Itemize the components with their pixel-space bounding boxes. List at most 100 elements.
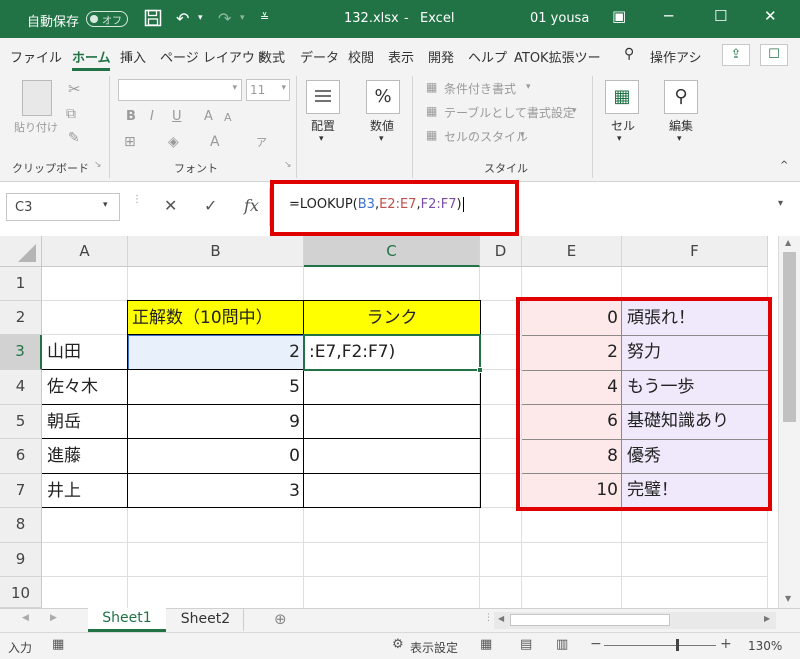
expand-formula-icon[interactable]: ▾	[778, 198, 783, 209]
clipboard-launcher-icon[interactable]: ↘	[94, 160, 102, 170]
column-header-f[interactable]: F	[622, 236, 768, 267]
horizontal-scrollbar[interactable]: ◀ ▶	[494, 612, 776, 629]
zoom-level[interactable]: 130%	[748, 639, 782, 653]
close-icon[interactable]: ✕	[764, 7, 777, 25]
font-launcher-icon[interactable]: ↘	[284, 160, 292, 170]
cell-a7[interactable]: 井上	[43, 474, 127, 508]
tab-developer[interactable]: 開発	[428, 47, 454, 66]
column-header-e[interactable]: E	[522, 236, 622, 267]
font-color-icon[interactable]: A	[210, 134, 220, 150]
row-header-9[interactable]: 9	[0, 543, 42, 577]
cell-f7[interactable]: 完璧！	[623, 473, 768, 507]
cell-f5[interactable]: 基礎知識あり	[623, 404, 768, 438]
cell-f3[interactable]: 努力	[623, 335, 768, 369]
zoom-out-icon[interactable]: −	[590, 636, 602, 652]
column-header-c[interactable]: C	[304, 236, 480, 267]
redo-icon[interactable]: ↷	[218, 9, 231, 28]
vertical-scrollbar[interactable]: ▲ ▼	[778, 236, 800, 608]
tab-data[interactable]: データ	[300, 47, 339, 66]
user-name[interactable]: 01 yousa	[530, 11, 589, 26]
column-header-b[interactable]: B	[128, 236, 304, 267]
cells-icon[interactable]: ▦	[605, 80, 639, 114]
row-header-8[interactable]: 8	[0, 508, 42, 543]
cells-dropdown-icon[interactable]: ▾	[617, 134, 622, 144]
save-icon[interactable]	[144, 9, 162, 31]
cell-b2[interactable]: 正解数（10問中）	[128, 301, 304, 335]
cell-b3[interactable]: 2	[128, 335, 304, 369]
cell-a5[interactable]: 朝岳	[43, 405, 127, 439]
cell-e2[interactable]: 0	[522, 301, 622, 335]
tab-formulas[interactable]: 数式	[259, 47, 285, 66]
next-sheet-icon[interactable]: ▶	[50, 613, 57, 623]
select-all-corner[interactable]	[0, 236, 42, 267]
copy-icon[interactable]: ⧉	[66, 106, 76, 122]
font-name-select[interactable]: ▾	[118, 79, 242, 101]
comments-icon[interactable]: ☐	[760, 44, 788, 66]
format-painter-icon[interactable]: ✎	[68, 130, 80, 146]
undo-dropdown-icon[interactable]: ▾	[198, 13, 203, 23]
ribbon-display-icon[interactable]: ▣	[612, 7, 626, 25]
macro-record-icon[interactable]: ▦	[52, 637, 64, 652]
cell-a3[interactable]: 山田	[43, 335, 127, 369]
redo-dropdown-icon[interactable]: ▾	[240, 13, 245, 23]
font-shrink-icon[interactable]: A	[224, 111, 232, 124]
undo-icon[interactable]: ↶	[176, 9, 189, 28]
cell-e4[interactable]: 4	[522, 370, 622, 404]
row-header-2[interactable]: 2	[0, 301, 42, 335]
font-size-select[interactable]: 11 ▾	[246, 79, 290, 101]
display-settings-icon[interactable]: ⚙	[392, 637, 404, 652]
autosave-toggle[interactable]: オフ	[86, 11, 128, 27]
conditional-format-button[interactable]: 条件付き書式	[444, 80, 516, 97]
fill-color-icon[interactable]: ◈	[168, 134, 179, 150]
prev-sheet-icon[interactable]: ◀	[22, 613, 29, 623]
display-settings-button[interactable]: 表示設定	[410, 639, 458, 656]
page-break-view-icon[interactable]: ▥	[556, 637, 568, 652]
insert-function-icon[interactable]: fx	[244, 196, 259, 215]
cell-e3[interactable]: 2	[522, 335, 622, 369]
table-format-button[interactable]: テーブルとして書式設定	[444, 104, 575, 121]
alignment-button[interactable]: 配置	[311, 117, 335, 134]
cell-f6[interactable]: 優秀	[623, 439, 768, 473]
page-layout-view-icon[interactable]: ▤	[520, 637, 532, 652]
paste-button[interactable]: 貼り付け	[14, 119, 58, 135]
cell-a6[interactable]: 進藤	[43, 439, 127, 473]
customize-qat-icon[interactable]: ≚	[260, 11, 269, 24]
tab-home[interactable]: ホーム	[72, 47, 111, 66]
cancel-icon[interactable]: ✕	[164, 196, 177, 215]
sheet-tab-sheet1[interactable]: Sheet1	[88, 608, 166, 632]
cell-b4[interactable]: 5	[128, 370, 304, 404]
normal-view-icon[interactable]: ▦	[480, 637, 492, 652]
number-dropdown-icon[interactable]: ▾	[379, 134, 384, 144]
row-header-6[interactable]: 6	[0, 439, 42, 474]
font-grow-icon[interactable]: A	[204, 109, 213, 124]
row-header-4[interactable]: 4	[0, 370, 42, 405]
cell-style-button[interactable]: セルのスタイル	[444, 128, 528, 145]
number-button[interactable]: 数値	[370, 117, 394, 134]
edit-button[interactable]: 編集	[669, 117, 693, 134]
alignment-icon[interactable]	[306, 80, 340, 114]
row-header-5[interactable]: 5	[0, 405, 42, 439]
row-header-1[interactable]: 1	[0, 267, 42, 301]
tab-page-layout[interactable]: ページ レイアウト	[160, 47, 268, 66]
tab-file[interactable]: ファイル	[10, 47, 62, 66]
cut-icon[interactable]: ✂	[68, 80, 81, 98]
tab-view[interactable]: 表示	[388, 47, 414, 66]
cell-c3-editing[interactable]: :E7,F2:F7)	[305, 335, 475, 369]
row-header-7[interactable]: 7	[0, 474, 42, 508]
tab-insert[interactable]: 挿入	[120, 47, 146, 66]
cell-a4[interactable]: 佐々木	[43, 370, 127, 404]
cell-f2[interactable]: 頑張れ！	[623, 301, 768, 335]
zoom-slider-thumb[interactable]	[676, 639, 679, 651]
fill-handle[interactable]	[477, 367, 483, 373]
name-box[interactable]: C3 ▾	[6, 193, 120, 221]
tell-me-label[interactable]: 操作アシ	[650, 47, 701, 66]
cell-e7[interactable]: 10	[522, 473, 622, 507]
italic-button[interactable]: I	[150, 109, 154, 124]
share-icon[interactable]: ⇪	[722, 44, 750, 66]
percent-icon[interactable]: %	[366, 80, 400, 114]
search-edit-icon[interactable]: ⚲	[664, 80, 698, 114]
cell-b5[interactable]: 9	[128, 405, 304, 439]
tab-atok[interactable]: ATOK拡張ツー	[514, 47, 601, 66]
paste-icon[interactable]	[22, 80, 52, 116]
edit-dropdown-icon[interactable]: ▾	[677, 134, 682, 144]
